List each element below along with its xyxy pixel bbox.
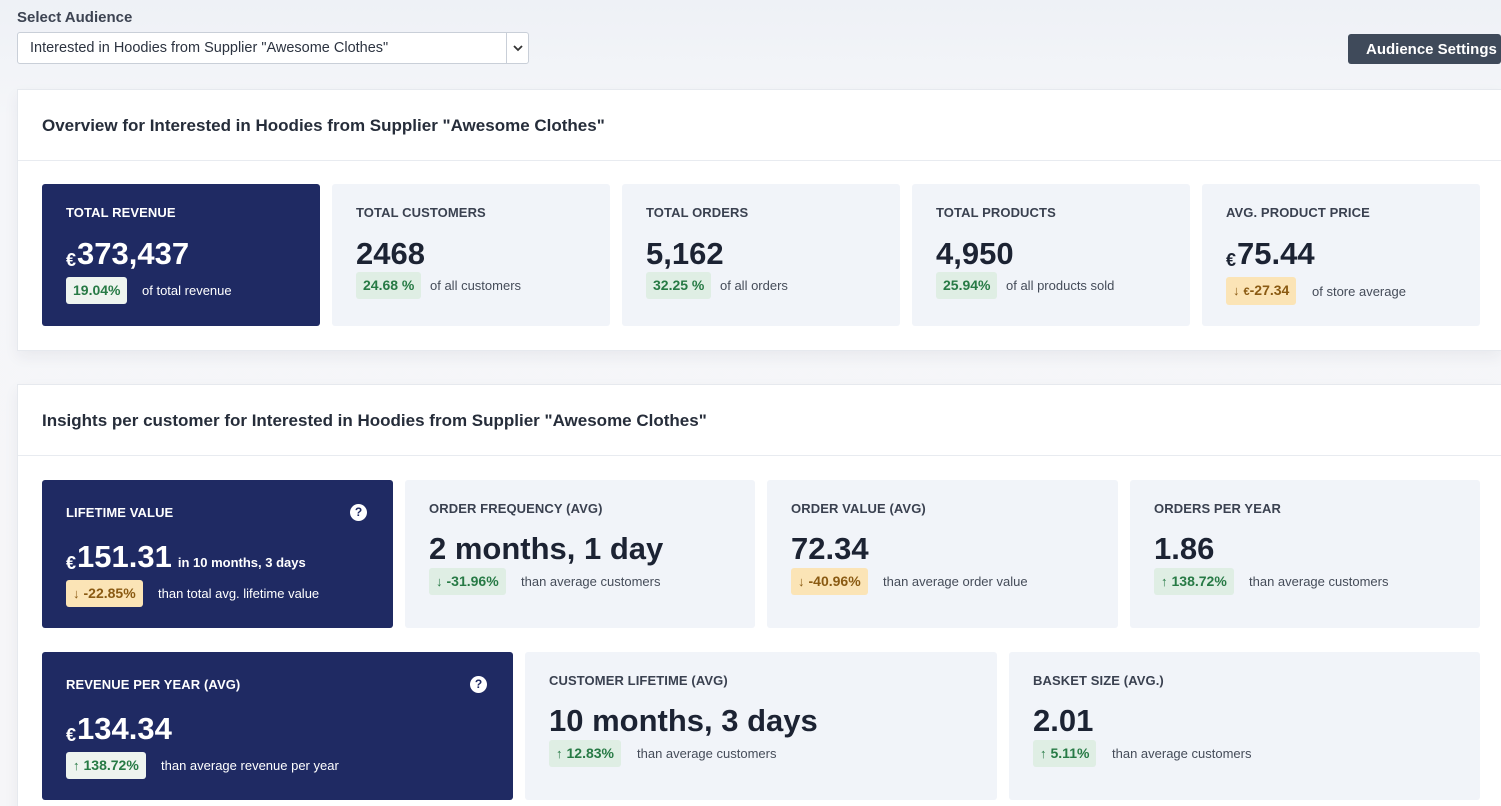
card-label: TOTAL REVENUE (66, 205, 176, 220)
arrow-up-icon: ↑ (73, 758, 80, 773)
order-frequency-card: ORDER FREQUENCY (AVG) 2 months, 1 day ↓ -… (405, 480, 755, 628)
select-audience-label: Select Audience (17, 9, 133, 26)
card-value: 2.01 (1033, 703, 1094, 738)
order-value-card: ORDER VALUE (AVG) 72.34 ↓ -40.96% than av… (767, 480, 1118, 628)
change-badge: ↓ -40.96% (791, 568, 868, 595)
arrow-down-icon: ↓ (798, 574, 805, 589)
total-orders-card: TOTAL ORDERS 5,162 32.25 % of all orders (622, 184, 900, 326)
chevron-down-icon (506, 33, 528, 63)
card-note: than average customers (637, 746, 777, 761)
question-circle-icon[interactable]: ? (350, 504, 367, 521)
card-value: 4,950 (936, 236, 1014, 271)
card-note: of all orders (720, 278, 788, 293)
arrow-up-icon: ↑ (1040, 746, 1047, 761)
card-note: of total revenue (142, 283, 232, 298)
overview-title: Overview for Interested in Hoodies from … (18, 90, 1501, 161)
arrow-down-icon: ↓ (436, 574, 443, 589)
card-note: of all customers (430, 278, 522, 293)
card-value: 72.34 (791, 531, 869, 566)
change-badge: ↓ €-27.34 (1226, 277, 1297, 305)
card-label: TOTAL CUSTOMERS (356, 205, 486, 220)
avg-product-price-card: AVG. PRODUCT PRICE €75.44 ↓ €-27.34 of st… (1202, 184, 1480, 326)
percentage-badge: 19.04% (66, 277, 128, 304)
card-note: than total avg. lifetime value (158, 586, 320, 601)
card-label: LIFETIME VALUE (66, 505, 174, 520)
lifetime-value-card: LIFETIME VALUE ? €151.31 in 10 months, 3 … (42, 480, 393, 628)
total-customers-card: TOTAL CUSTOMERS 2468 24.68 % of all cust… (332, 184, 610, 326)
card-note: of all products sold (1006, 278, 1115, 293)
arrow-down-icon: ↓ (1233, 283, 1240, 298)
total-revenue-card: TOTAL REVENUE €373,437 19.04% of total r… (42, 184, 320, 326)
arrow-up-icon: ↑ (1161, 574, 1168, 589)
percentage-badge: 24.68 % (356, 272, 422, 299)
basket-size-card: BASKET SIZE (AVG.) 2.01 ↑ 5.11% than aver… (1009, 652, 1480, 800)
card-note: than average customers (521, 574, 661, 589)
insights-panel: Insights per customer for Interested in … (17, 384, 1501, 806)
card-label: ORDERS PER YEAR (1154, 501, 1281, 516)
insights-title: Insights per customer for Interested in … (18, 385, 1501, 456)
customer-lifetime-card: CUSTOMER LIFETIME (AVG) 10 months, 3 day… (525, 652, 997, 800)
card-label: ORDER VALUE (AVG) (791, 501, 926, 516)
change-badge: ↓ -31.96% (429, 568, 506, 595)
arrow-down-icon: ↓ (73, 586, 80, 601)
card-label: REVENUE PER YEAR (AVG) (66, 677, 241, 692)
audience-select-value: Interested in Hoodies from Supplier "Awe… (30, 40, 389, 56)
change-badge: ↑ 5.11% (1033, 740, 1097, 767)
percentage-badge: 32.25 % (646, 272, 712, 299)
card-label: CUSTOMER LIFETIME (AVG) (549, 673, 728, 688)
change-badge: ↑ 138.72% (1154, 568, 1234, 595)
change-badge: ↑ 12.83% (549, 740, 621, 767)
card-note: than average customers (1249, 574, 1389, 589)
card-value: 2 months, 1 day (429, 531, 664, 566)
card-value: €373,437 (66, 236, 190, 271)
card-value: €134.34 (66, 711, 172, 746)
question-circle-icon[interactable]: ? (470, 676, 487, 693)
card-note: than average customers (1112, 746, 1252, 761)
card-note: of store average (1312, 284, 1406, 299)
total-products-card: TOTAL PRODUCTS 4,950 25.94% of all produ… (912, 184, 1190, 326)
overview-panel: Overview for Interested in Hoodies from … (17, 89, 1501, 351)
percentage-badge: 25.94% (936, 272, 998, 299)
audience-toolbar: Select Audience Interested in Hoodies fr… (17, 0, 1501, 80)
card-note: than average revenue per year (161, 758, 339, 773)
card-value: €151.31 in 10 months, 3 days (66, 539, 306, 574)
card-value: 1.86 (1154, 531, 1215, 566)
audience-select[interactable]: Interested in Hoodies from Supplier "Awe… (17, 32, 529, 64)
card-value: 5,162 (646, 236, 724, 271)
card-label: TOTAL ORDERS (646, 205, 749, 220)
change-badge: ↓ -22.85% (66, 580, 143, 607)
card-label: TOTAL PRODUCTS (936, 205, 1056, 220)
revenue-per-year-card: REVENUE PER YEAR (AVG) ? €134.34 ↑ 138.72… (42, 652, 513, 800)
change-badge: ↑ 138.72% (66, 752, 146, 779)
audience-settings-button[interactable]: Audience Settings (1348, 34, 1501, 64)
card-label: AVG. PRODUCT PRICE (1226, 205, 1370, 220)
card-value: €75.44 (1226, 236, 1315, 271)
card-value: 2468 (356, 236, 425, 271)
orders-per-year-card: ORDERS PER YEAR 1.86 ↑ 138.72% than avera… (1130, 480, 1480, 628)
card-value: 10 months, 3 days (549, 703, 818, 738)
card-label: BASKET SIZE (AVG.) (1033, 673, 1164, 688)
card-label: ORDER FREQUENCY (AVG) (429, 501, 603, 516)
card-note: than average order value (883, 574, 1028, 589)
arrow-up-icon: ↑ (556, 746, 563, 761)
